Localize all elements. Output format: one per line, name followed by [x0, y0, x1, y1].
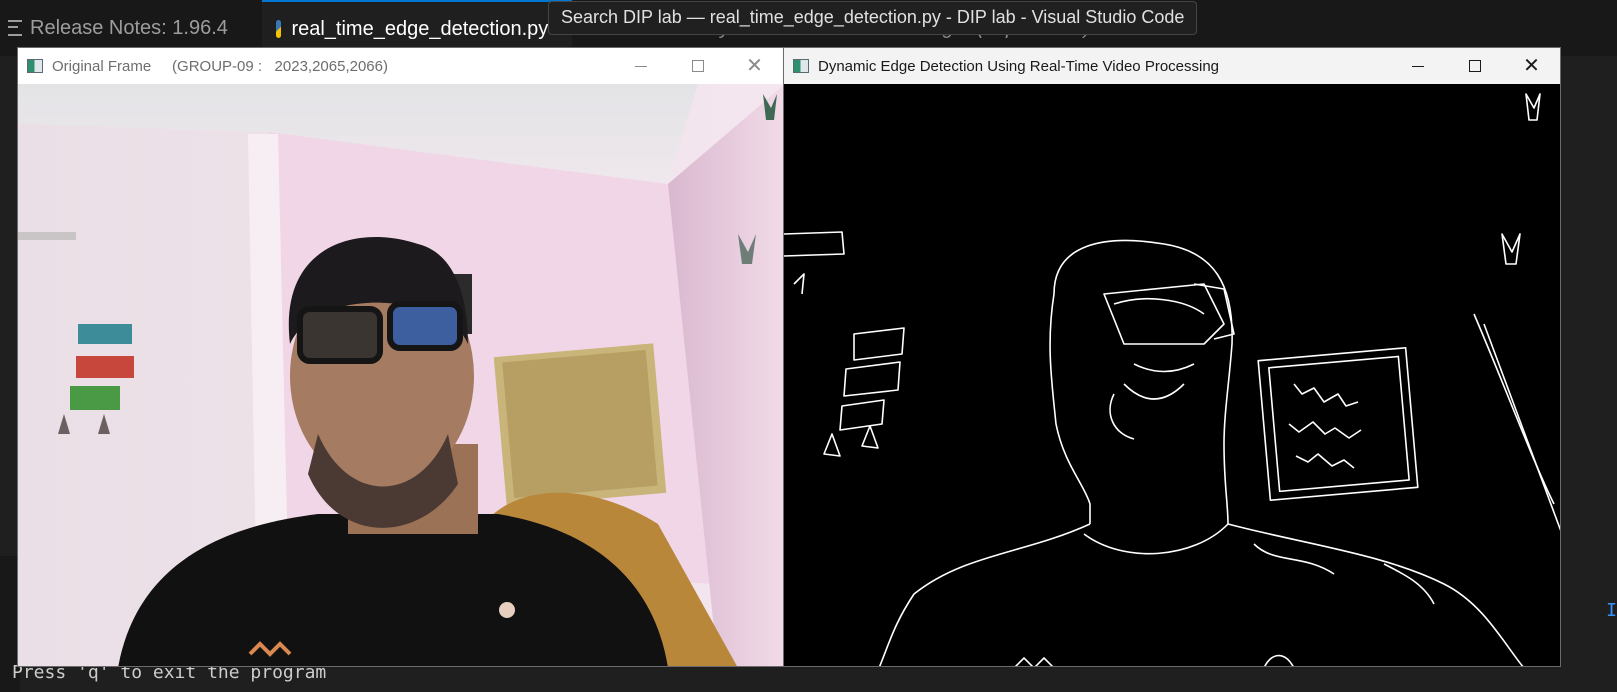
close-button[interactable]: ✕	[1503, 48, 1560, 84]
minimize-icon	[634, 65, 647, 67]
edge-frame	[784, 84, 1560, 666]
webcam-frame-image	[18, 84, 783, 666]
window-title: Dynamic Edge Detection Using Real-Time V…	[818, 57, 1220, 75]
release-notes-icon	[8, 20, 22, 36]
close-button[interactable]: ✕	[726, 48, 783, 84]
edge-frame-image	[784, 84, 1560, 666]
window-titlebar[interactable]: Original Frame (GROUP-09 : 2023,2065,206…	[18, 48, 783, 84]
terminal-edge-text: I	[1606, 600, 1617, 621]
close-icon: ✕	[746, 55, 763, 77]
tab-label: real_time_edge_detection.py	[291, 17, 549, 40]
tab-label: Release Notes: 1.96.4	[30, 16, 228, 39]
window-title: Original Frame (GROUP-09 : 2023,2065,206…	[52, 57, 388, 75]
maximize-button[interactable]	[1446, 48, 1503, 84]
window-title-tooltip: Search DIP lab — real_time_edge_detectio…	[548, 1, 1198, 35]
minimize-button[interactable]	[1389, 48, 1446, 84]
window-titlebar[interactable]: Dynamic Edge Detection Using Real-Time V…	[784, 48, 1560, 84]
webcam-frame	[18, 84, 783, 666]
original-frame-window[interactable]: Original Frame (GROUP-09 : 2023,2065,206…	[17, 47, 784, 667]
opencv-window-icon	[27, 59, 43, 73]
maximize-button[interactable]	[669, 48, 726, 84]
maximize-icon	[691, 60, 704, 72]
close-icon: ✕	[1523, 55, 1540, 77]
python-file-icon	[276, 20, 282, 38]
minimize-icon	[1411, 65, 1424, 67]
minimize-button[interactable]	[612, 48, 669, 84]
opencv-window-icon	[793, 59, 809, 73]
maximize-icon	[1468, 60, 1481, 72]
edge-detection-window[interactable]: Dynamic Edge Detection Using Real-Time V…	[783, 47, 1561, 667]
